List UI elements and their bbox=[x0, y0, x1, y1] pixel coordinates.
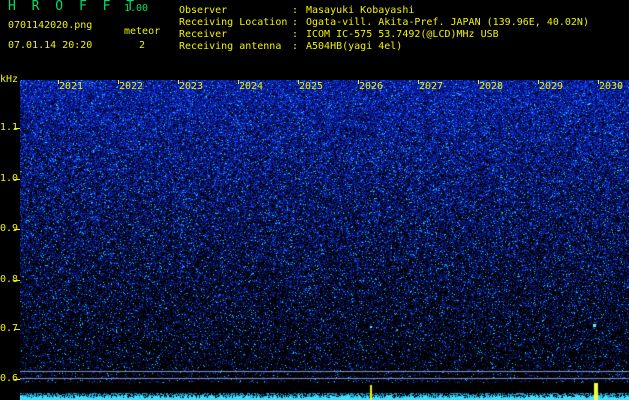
count-label: meteor bbox=[124, 26, 161, 37]
x-axis-label: 2027 bbox=[419, 81, 444, 92]
y-tick-mark bbox=[14, 229, 20, 230]
x-axis-label: 2023 bbox=[179, 81, 204, 92]
x-axis-label: 2026 bbox=[359, 81, 384, 92]
info-receiver-label: Receiver bbox=[179, 29, 228, 40]
x-axis-label: 2024 bbox=[239, 81, 264, 92]
info-antenna-label: Receiving antenna bbox=[179, 41, 282, 52]
info-receiver-sep: : bbox=[292, 29, 299, 40]
x-axis-label: 2029 bbox=[539, 81, 564, 92]
app-title: H R O F F T bbox=[8, 0, 139, 14]
y-tick-mark bbox=[14, 179, 20, 180]
info-antenna-value: A504HB(yagi 4el) bbox=[306, 41, 403, 52]
x-axis-label: 2021 bbox=[59, 81, 84, 92]
x-tick-mark bbox=[118, 80, 119, 84]
info-location-sep: : bbox=[292, 17, 299, 28]
x-tick-mark bbox=[418, 80, 419, 84]
info-observer-label: Observer bbox=[179, 5, 228, 16]
spectrogram-plot bbox=[20, 80, 629, 400]
info-location-value: Ogata-vill. Akita-Pref. JAPAN (139.96E, … bbox=[306, 17, 589, 28]
info-observer-sep: : bbox=[292, 5, 299, 16]
x-tick-mark bbox=[598, 80, 599, 84]
count-value: 2 bbox=[139, 40, 146, 51]
x-tick-mark bbox=[178, 80, 179, 84]
filename: 0701142020.png bbox=[8, 20, 93, 31]
x-tick-mark bbox=[298, 80, 299, 84]
x-axis-label: 2030 bbox=[599, 81, 624, 92]
x-axis-label: 2022 bbox=[119, 81, 144, 92]
frequency-unit: kHz bbox=[0, 74, 19, 85]
y-tick-mark bbox=[14, 329, 20, 330]
x-axis-label: 2025 bbox=[299, 81, 324, 92]
x-tick-mark bbox=[538, 80, 539, 84]
x-tick-mark bbox=[58, 80, 59, 84]
info-observer-value: Masayuki Kobayashi bbox=[306, 5, 415, 16]
info-antenna-sep: : bbox=[292, 41, 299, 52]
y-tick-mark bbox=[14, 280, 20, 281]
info-location-label: Receiving Location bbox=[179, 17, 288, 28]
info-receiver-value: ICOM IC-575 53.7492(@LCD)MHz USB bbox=[306, 29, 499, 40]
app-version: 1.00 bbox=[124, 3, 149, 14]
y-tick-mark bbox=[14, 128, 20, 129]
x-tick-mark bbox=[358, 80, 359, 84]
x-axis-label: 2028 bbox=[479, 81, 504, 92]
x-tick-mark bbox=[238, 80, 239, 84]
timestamp: 07.01.14 20:20 bbox=[8, 40, 93, 51]
x-tick-mark bbox=[478, 80, 479, 84]
y-tick-mark bbox=[14, 379, 20, 380]
